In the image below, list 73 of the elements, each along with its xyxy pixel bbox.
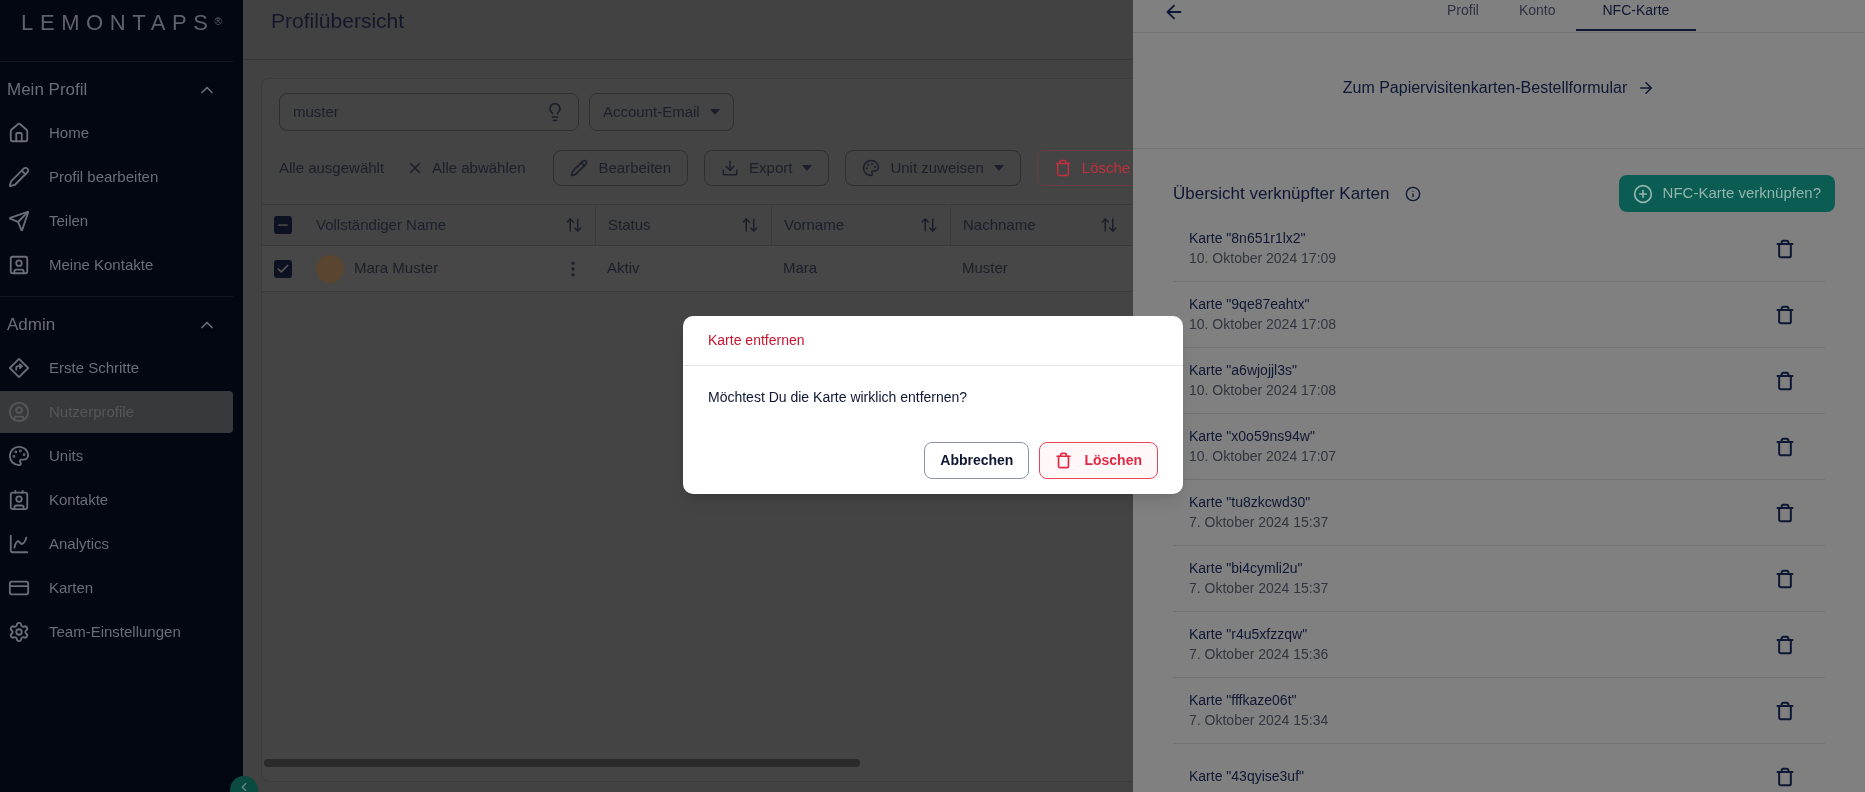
order-form-link[interactable]: Zum Papiervisitenkarten-Bestellformular [1342, 75, 1656, 100]
card-date: 7. Oktober 2024 15:36 [1189, 644, 1329, 664]
settings-icon [8, 621, 30, 643]
logo: LEMONTAPS$^{®}$ [21, 8, 222, 37]
trash-icon[interactable] [1775, 767, 1795, 787]
trash-icon[interactable] [1775, 502, 1795, 523]
nav-item[interactable]: Analytics [0, 523, 233, 565]
nav-item[interactable]: Karten [0, 567, 233, 609]
cancel-button[interactable]: Abbrechen [924, 442, 1030, 479]
nav-item[interactable]: Meine Kontakte [0, 244, 233, 286]
card-date: 10. Oktober 2024 17:09 [1189, 248, 1337, 268]
card-name: Karte "tu8zkcwd30" [1189, 492, 1312, 512]
plus-icon [1632, 183, 1653, 204]
download-icon [721, 159, 740, 177]
caret-icon [993, 165, 1004, 171]
contact-card-icon [8, 489, 30, 511]
contact-card-icon [8, 254, 30, 276]
delete-button[interactable]: Löschen [1039, 442, 1158, 479]
trash-icon[interactable] [1775, 304, 1795, 325]
avatar [316, 254, 344, 283]
nav-item[interactable]: Home [0, 112, 233, 154]
card-name: Karte "43qyise3uf" [1189, 767, 1304, 786]
card-name: Karte "a6wjojjl3s" [1189, 360, 1298, 380]
nav-item[interactable]: Profil bearbeiten [0, 156, 233, 198]
tab[interactable]: Profil [1427, 0, 1499, 31]
palette-icon [8, 445, 30, 467]
user-circle-icon [8, 401, 30, 423]
card-date: 7. Oktober 2024 15:34 [1189, 710, 1329, 730]
nav-item[interactable]: Teilen [0, 200, 233, 242]
pencil-icon [570, 159, 589, 177]
tab[interactable]: NFC-Karte [1575, 0, 1697, 31]
section-title: Übersicht verknüpfter Karten [1173, 182, 1390, 205]
caret-icon [802, 165, 813, 171]
chart-line-icon [8, 533, 30, 555]
card-date: 7. Oktober 2024 15:37 [1189, 512, 1329, 532]
section-title: Admin [7, 314, 56, 337]
nav-item[interactable]: Team-Einstellungen [0, 611, 233, 653]
trash-icon [1055, 452, 1073, 469]
checkbox[interactable] [274, 259, 292, 278]
trash-icon[interactable] [1775, 634, 1795, 655]
trash-icon[interactable] [1775, 568, 1795, 589]
trash-icon[interactable] [1775, 238, 1795, 259]
card-name: Karte "x0o59ns94w" [1189, 426, 1316, 446]
card-date: 10. Oktober 2024 17:08 [1189, 380, 1337, 400]
trash-icon[interactable] [1775, 700, 1795, 721]
checkbox[interactable] [274, 216, 292, 234]
pencil-icon [8, 166, 30, 188]
trash-icon [1053, 159, 1072, 177]
dialog-message: Möchtest Du die Karte wirklich entfernen? [708, 388, 969, 407]
info-icon[interactable] [1405, 185, 1422, 202]
scrollbar[interactable] [264, 759, 860, 767]
card-date: 10. Oktober 2024 17:08 [1189, 314, 1337, 334]
card-name: Karte "bi4cymli2u" [1189, 558, 1304, 578]
link-card-button[interactable]: NFC-Karte verknüpfen? [1618, 175, 1835, 212]
section-title: Mein Profil [7, 79, 88, 102]
caret-icon [709, 109, 720, 115]
nav-item[interactable]: Kontakte [0, 479, 233, 521]
card-name: Karte "8n651r1lx2" [1189, 228, 1307, 248]
trash-icon[interactable] [1775, 436, 1795, 457]
tab[interactable]: Konto [1498, 0, 1576, 31]
home-icon [8, 122, 30, 144]
card-date: 7. Oktober 2024 15:37 [1189, 578, 1329, 598]
nav-item[interactable]: Erste Schritte [0, 347, 233, 389]
card-name: Karte "9qe87eahtx" [1189, 294, 1311, 314]
palette-icon [862, 159, 881, 177]
trash-icon[interactable] [1775, 370, 1795, 391]
nav-item[interactable]: Units [0, 435, 233, 477]
card-name: Karte "fffkaze06t" [1189, 690, 1298, 710]
dialog-title: Karte entfernen [708, 331, 805, 350]
diamond-arrow-icon [8, 357, 30, 379]
card-name: Karte "r4u5xfzzqw" [1189, 624, 1309, 644]
card-date: 10. Oktober 2024 17:07 [1189, 446, 1337, 466]
send-icon [8, 210, 30, 232]
